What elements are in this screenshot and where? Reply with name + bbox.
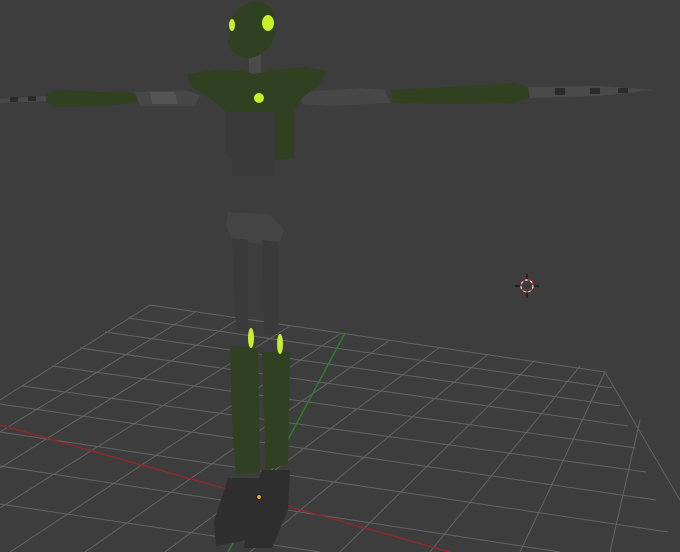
chest-light [254,93,264,103]
robot-model[interactable] [0,1,655,548]
right-knee-light [277,334,283,354]
3d-cursor-icon[interactable] [515,274,539,298]
object-origin-icon[interactable] [256,494,262,500]
torso[interactable] [187,67,326,176]
right-arm[interactable] [300,83,655,106]
head-eye-left [229,19,235,31]
head[interactable] [228,1,277,58]
viewport-scene[interactable] [0,0,680,552]
3d-viewport[interactable] [0,0,680,552]
left-knee-light [248,328,254,348]
left-arm[interactable] [0,90,200,107]
head-eye-right [262,15,274,31]
